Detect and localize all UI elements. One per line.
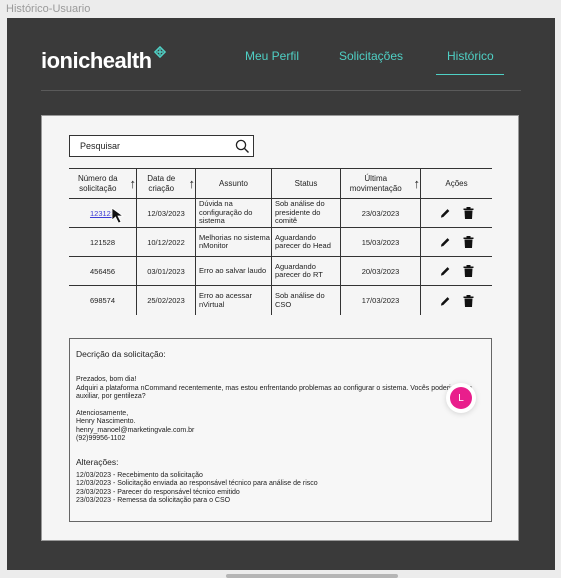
- table-row: 123123 12/03/2023 Dúvida na configuração…: [69, 199, 492, 228]
- history-panel: Pesquisar Número da solicitação ↑ Data d…: [41, 115, 519, 541]
- frame-title: Histórico-Usuario: [6, 3, 91, 15]
- cell-assunto: Erro ao acessar nVirtual: [196, 286, 272, 315]
- header-label: Última movimentação: [349, 173, 402, 193]
- cell-assunto: Dúvida na configuração do sistema: [196, 199, 272, 227]
- description-body-line: auxiliar, por gentileza?: [76, 393, 146, 400]
- header-ultima-movimentacao[interactable]: Última movimentação ↑: [341, 169, 421, 198]
- cell-ultima-movimentacao: 17/03/2023: [341, 286, 421, 315]
- cell-acoes: [421, 257, 492, 285]
- nav-historico[interactable]: Histórico: [447, 49, 494, 63]
- edit-pencil-icon[interactable]: [440, 236, 451, 248]
- table-row: 456456 03/01/2023 Erro ao salvar laudo A…: [69, 257, 492, 286]
- description-email: henry_manoel@marketingvale.com.br: [76, 426, 195, 434]
- cell-assunto: Erro ao salvar laudo: [196, 257, 272, 285]
- change-entry: 12/03/2023 - Solicitação enviada ao resp…: [76, 480, 318, 487]
- description-signoff: Atenciosamente,: [76, 409, 129, 417]
- header-label: Número da solicitação: [77, 173, 118, 193]
- sort-arrow-icon[interactable]: ↑: [130, 177, 137, 190]
- header-numero[interactable]: Número da solicitação ↑: [69, 169, 137, 198]
- cell-numero[interactable]: 456456: [69, 257, 137, 285]
- user-avatar[interactable]: L: [450, 387, 472, 409]
- delete-trash-icon[interactable]: [463, 207, 474, 219]
- logo-text: ionichealth: [41, 48, 152, 73]
- description-phone: (92)99956-1102: [76, 435, 126, 442]
- cell-acoes: [421, 228, 492, 256]
- cell-status: Sob análise do presidente do comitê: [272, 199, 341, 227]
- cell-numero[interactable]: 121528: [69, 228, 137, 256]
- requests-table: Número da solicitação ↑ Data de criação …: [69, 168, 492, 315]
- cell-status: Aguardando parecer do Head: [272, 228, 341, 256]
- table-row: 121528 10/12/2022 Melhorias no sistema n…: [69, 228, 492, 257]
- header-label: Data de criação: [147, 173, 176, 193]
- description-body-line: Adquiri a plataforma nCommand recentemen…: [76, 384, 473, 392]
- cell-data-criacao: 12/03/2023: [137, 199, 196, 227]
- cell-ultima-movimentacao: 15/03/2023: [341, 228, 421, 256]
- request-description-box: Decrição da solicitação: Prezados, bom d…: [69, 338, 492, 522]
- app-frame: ionichealth Meu Perfil Solicitações Hist…: [7, 18, 555, 570]
- horizontal-scrollbar[interactable]: [226, 574, 398, 578]
- cell-assunto: Melhorias no sistema nMonitor: [196, 228, 272, 256]
- sort-arrow-icon[interactable]: ↑: [189, 177, 196, 190]
- sort-arrow-icon[interactable]: ↑: [414, 177, 421, 190]
- description-name: Henry Nascimento.: [76, 418, 136, 425]
- table-header: Número da solicitação ↑ Data de criação …: [69, 168, 492, 199]
- logo[interactable]: ionichealth: [41, 45, 167, 74]
- cell-acoes: [421, 286, 492, 315]
- change-entry: 12/03/2023 - Recebimento da solicitação: [76, 471, 203, 479]
- nav-active-indicator: [436, 74, 504, 75]
- table-row: 698574 25/02/2023 Erro ao acessar nVirtu…: [69, 286, 492, 315]
- description-title: Decrição da solicitação:: [76, 349, 166, 359]
- header-divider: [41, 90, 521, 91]
- cell-status: Sob análise do CSO: [272, 286, 341, 315]
- changes-title: Alterações:: [76, 456, 119, 467]
- change-entry: 23/03/2023 - Remessa da solicitação para…: [76, 497, 231, 504]
- logo-mark-icon: [153, 45, 166, 59]
- header-label: Assunto: [219, 178, 248, 188]
- cell-ultima-movimentacao: 23/03/2023: [341, 199, 421, 227]
- header-assunto: Assunto: [196, 169, 272, 198]
- cell-ultima-movimentacao: 20/03/2023: [341, 257, 421, 285]
- mouse-cursor-icon: [111, 207, 125, 224]
- cell-acoes: [421, 199, 492, 227]
- edit-pencil-icon[interactable]: [440, 295, 451, 307]
- delete-trash-icon[interactable]: [463, 294, 474, 307]
- edit-pencil-icon[interactable]: [440, 207, 451, 219]
- delete-trash-icon[interactable]: [463, 265, 474, 277]
- cell-numero: 123123: [69, 199, 137, 227]
- cell-data-criacao: 25/02/2023: [137, 286, 196, 315]
- search-icon[interactable]: [235, 139, 250, 154]
- nav-solicitacoes[interactable]: Solicitações: [339, 49, 403, 63]
- nav-meu-perfil[interactable]: Meu Perfil: [245, 49, 299, 63]
- description-greeting: Prezados, bom dia!: [76, 376, 137, 383]
- cell-data-criacao: 10/12/2022: [137, 228, 196, 256]
- search-input[interactable]: Pesquisar: [80, 141, 120, 151]
- header-label: Ações: [445, 178, 468, 188]
- header-label: Status: [294, 178, 318, 188]
- header-acoes: Ações: [421, 169, 492, 198]
- cell-numero[interactable]: 698574: [69, 286, 137, 315]
- delete-trash-icon[interactable]: [463, 236, 474, 248]
- cell-status: Aguardando parecer do RT: [272, 257, 341, 285]
- edit-pencil-icon[interactable]: [440, 265, 451, 277]
- cell-data-criacao: 03/01/2023: [137, 257, 196, 285]
- header-data-criacao[interactable]: Data de criação ↑: [137, 169, 196, 198]
- search-box[interactable]: Pesquisar: [69, 135, 254, 157]
- header-status: Status: [272, 169, 341, 198]
- change-entry: 23/03/2023 - Parecer do responsável técn…: [76, 488, 240, 496]
